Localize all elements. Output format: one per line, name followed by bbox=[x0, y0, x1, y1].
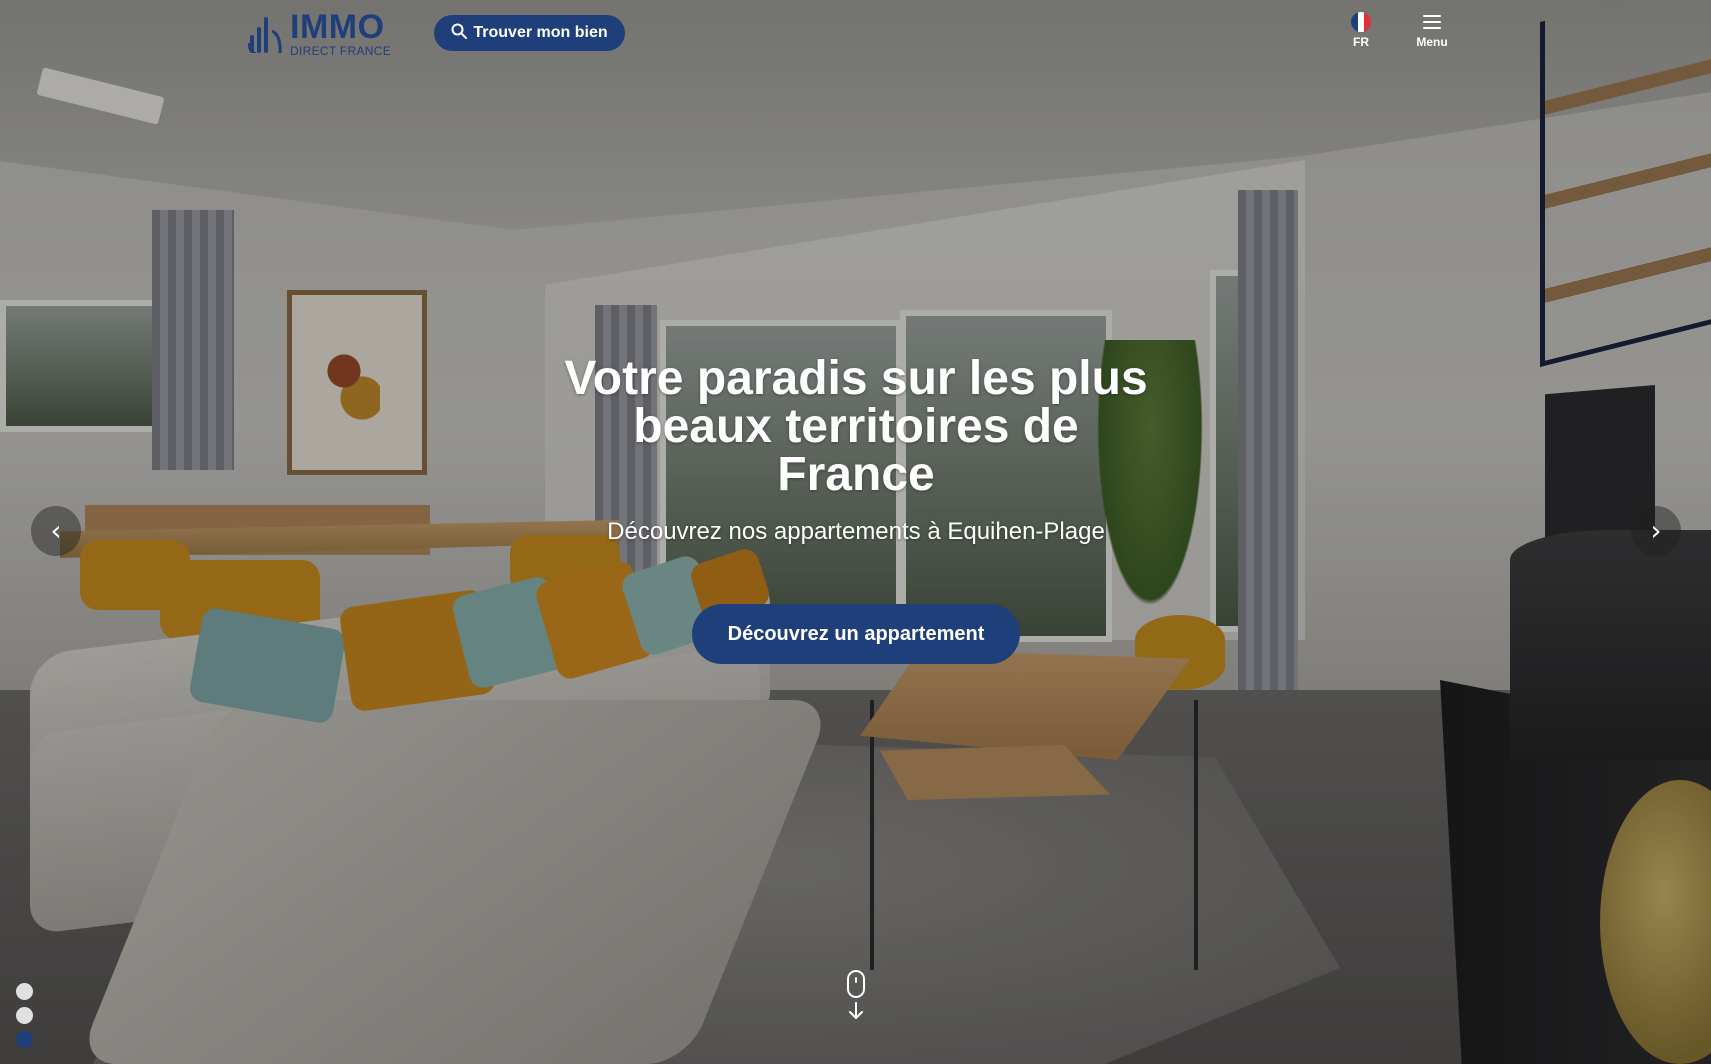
brand-tagline: DIRECT FRANCE bbox=[290, 43, 392, 58]
hamburger-icon bbox=[1423, 15, 1441, 29]
carousel-dot-2[interactable] bbox=[16, 1007, 33, 1024]
brand-name: IMMO bbox=[290, 7, 385, 46]
discover-apartment-button[interactable]: Découvrez un appartement bbox=[692, 604, 1020, 664]
carousel-prev-button[interactable]: ‹ bbox=[31, 506, 81, 556]
carousel-pagination bbox=[16, 983, 34, 1048]
menu-button[interactable]: Menu bbox=[1410, 12, 1454, 49]
arrow-down-icon bbox=[849, 1002, 863, 1019]
carousel-next-button[interactable]: › bbox=[1631, 506, 1681, 556]
hero-title: Votre paradis sur les plus beaux territo… bbox=[564, 352, 1148, 501]
language-selector[interactable]: FR bbox=[1344, 12, 1378, 49]
menu-label: Menu bbox=[1416, 35, 1448, 49]
france-flag-icon bbox=[1351, 12, 1371, 32]
search-icon bbox=[451, 23, 468, 44]
mouse-scroll-icon bbox=[847, 970, 865, 998]
find-property-label: Trouver mon bien bbox=[473, 24, 608, 41]
scroll-down-indicator[interactable] bbox=[845, 970, 867, 1030]
language-label: FR bbox=[1353, 35, 1369, 49]
carousel-dot-3[interactable] bbox=[16, 1031, 33, 1048]
building-logo-icon bbox=[248, 13, 282, 53]
site-header: IMMO DIRECT FRANCE Trouver mon bien FR M… bbox=[0, 0, 1711, 70]
find-property-button[interactable]: Trouver mon bien bbox=[434, 15, 625, 51]
brand-logo[interactable]: IMMO DIRECT FRANCE bbox=[248, 10, 403, 57]
carousel-dot-1[interactable] bbox=[16, 983, 33, 1000]
brand-wordmark: IMMO DIRECT FRANCE bbox=[290, 10, 391, 57]
hero-subtitle: Découvrez nos appartements à Equihen-Pla… bbox=[607, 518, 1105, 545]
